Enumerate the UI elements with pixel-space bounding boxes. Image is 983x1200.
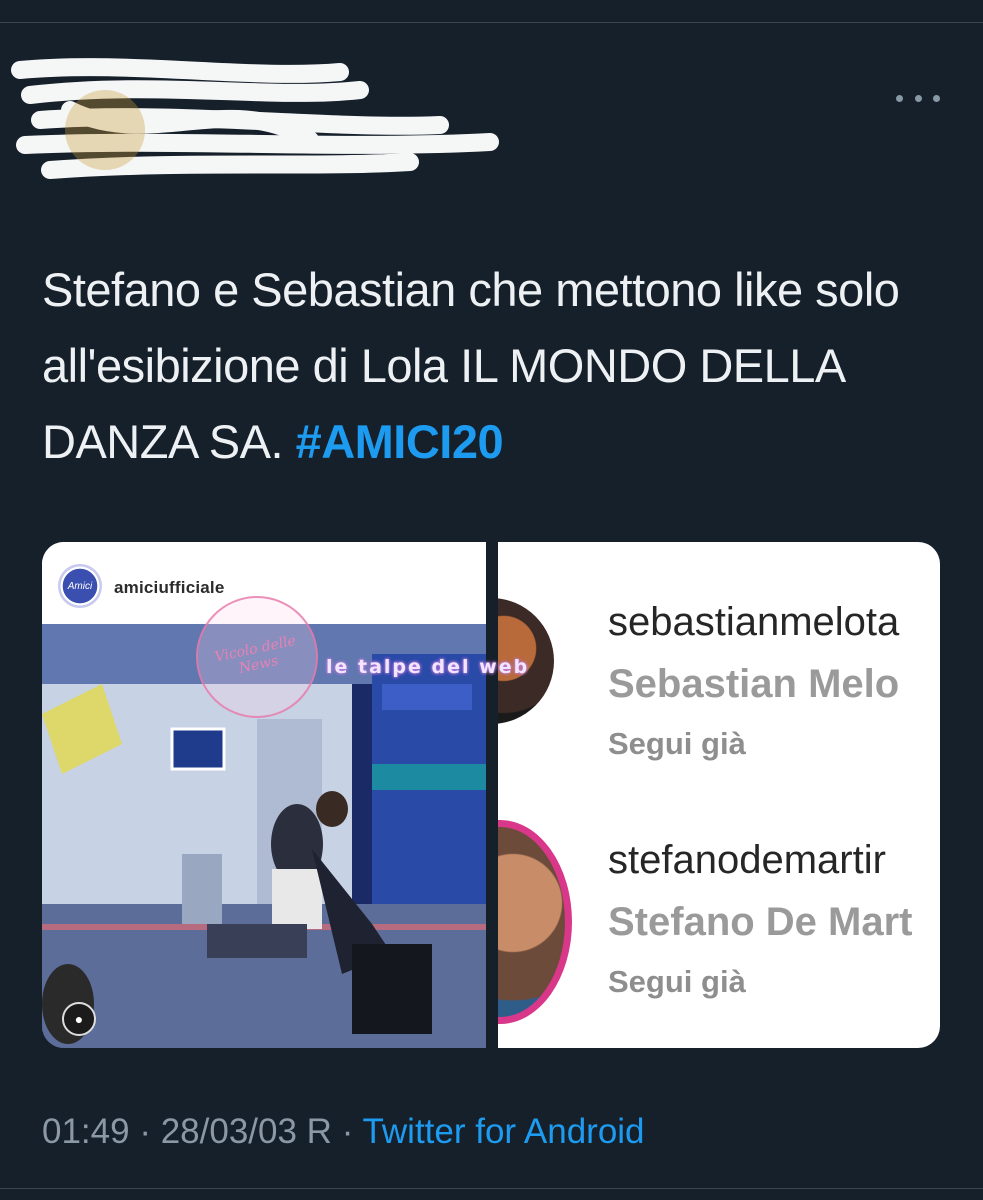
avatar-label: Amici [67, 580, 93, 592]
dot [914, 94, 922, 102]
hashtag-link[interactable]: #AMICI20 [296, 415, 504, 468]
dot [933, 94, 940, 102]
redaction-scribble [11, 58, 499, 179]
account-username: stefanodemartir [608, 838, 886, 882]
tweet-source-link[interactable]: Twitter for Android [362, 1112, 644, 1151]
separator: · [139, 1112, 151, 1151]
account-avatar [498, 820, 572, 1024]
instagram-username: amiciufficiale [114, 578, 225, 597]
account-row[interactable]: sebastianmelota Sebastian Melo Segui già [498, 582, 940, 792]
video-badge-icon: ● [62, 1002, 96, 1036]
following-status: Segui già [608, 726, 746, 761]
media-gap [486, 542, 498, 1048]
separator: · [341, 1112, 354, 1151]
account-row[interactable]: stefanodemartir Stefano De Mart Segui gi… [498, 820, 940, 1030]
tweet-media[interactable]: Amici amiciufficiale ● sebastianmelota S… [42, 542, 940, 1048]
tweet-date: 28/03/03 R [160, 1112, 332, 1151]
top-divider [0, 22, 983, 23]
dot [896, 94, 903, 102]
watermark-text: Vicolo delle News [213, 632, 298, 677]
tweet-metadata: 01:49 · 28/03/03 R · Twitter for Android [42, 1112, 645, 1152]
account-display-name: Sebastian Melo [608, 662, 900, 706]
profile-avatar: Amici [58, 564, 102, 608]
account-username: sebastianmelota [608, 600, 900, 644]
media-right-panel[interactable]: sebastianmelota Sebastian Melo Segui già… [498, 542, 940, 1048]
tweet-text: Stefano e Sebastian che mettono like sol… [42, 252, 942, 480]
account-display-name: Stefano De Mart [608, 900, 913, 944]
watermark-text: le talpe del web [326, 656, 530, 678]
following-status: Segui già [608, 964, 746, 999]
tweet-time: 01:49 [42, 1112, 130, 1151]
bottom-divider [0, 1188, 983, 1189]
more-options-icon[interactable] [896, 88, 940, 108]
